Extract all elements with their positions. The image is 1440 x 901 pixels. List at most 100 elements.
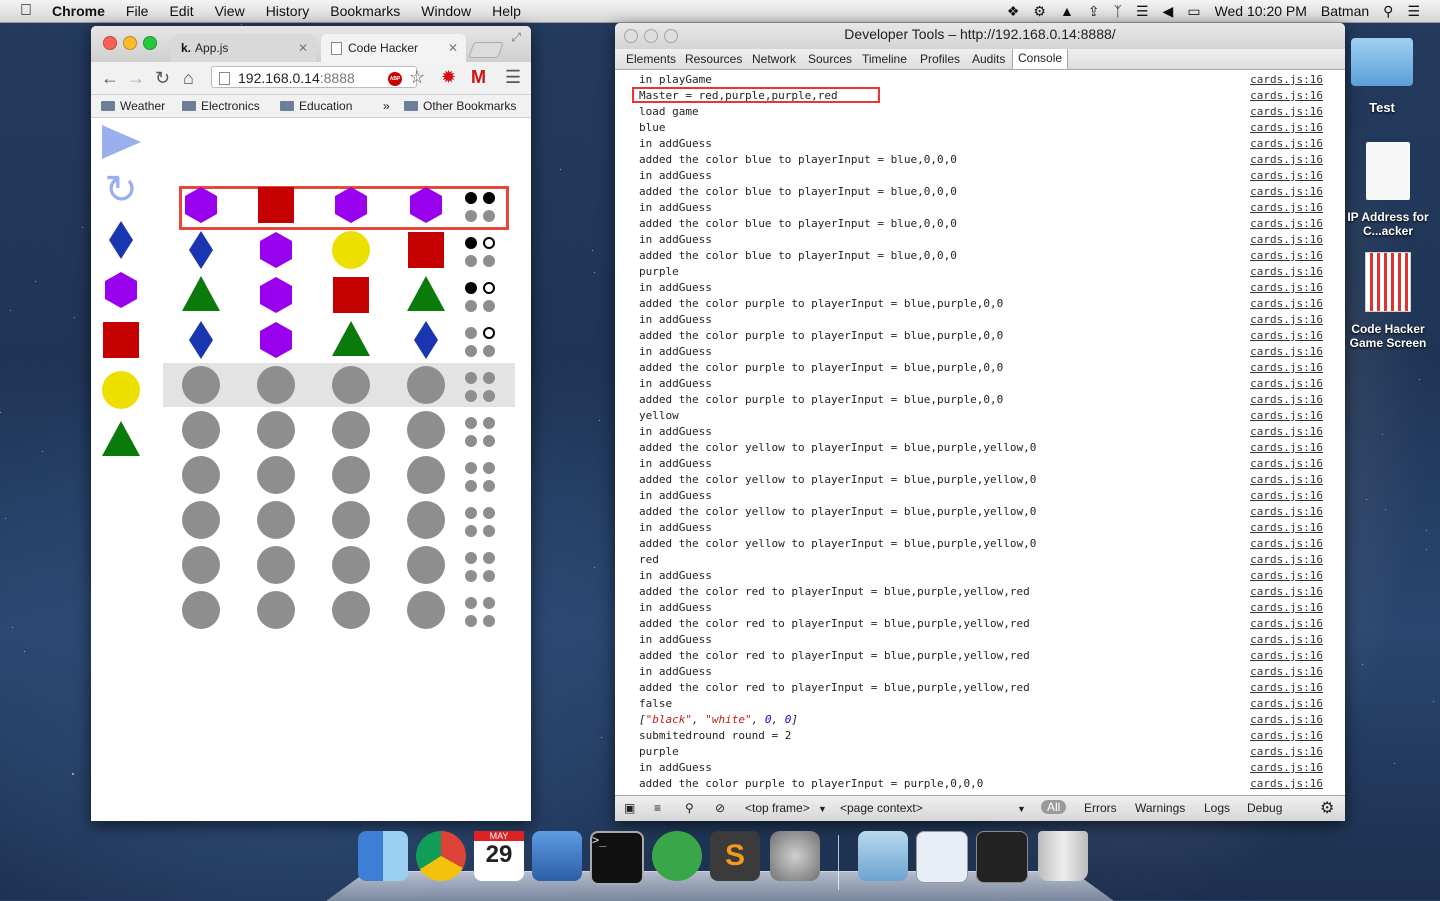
console-source-link[interactable]: cards.js:16 (1250, 216, 1323, 232)
empty-slot[interactable] (404, 588, 448, 632)
dock-trash-icon[interactable] (1038, 831, 1088, 881)
minimize-window-button[interactable] (123, 36, 137, 50)
console-source-link[interactable]: cards.js:16 (1250, 776, 1323, 792)
console-source-link[interactable]: cards.js:16 (1250, 664, 1323, 680)
tab-code-hacker[interactable]: Code Hacker ✕ (321, 34, 466, 62)
dock-terminal-icon[interactable]: >_ (590, 831, 644, 885)
menu-app-name[interactable]: Chrome (52, 3, 105, 19)
console-source-link[interactable]: cards.js:16 (1250, 248, 1323, 264)
empty-slot[interactable] (179, 543, 223, 587)
tab-resources[interactable]: Resources (685, 52, 742, 66)
console-source-link[interactable]: cards.js:16 (1250, 152, 1323, 168)
purple-hexagon[interactable] (179, 183, 223, 227)
empty-slot[interactable] (329, 453, 373, 497)
tab-timeline[interactable]: Timeline (862, 52, 907, 66)
desktop-file-ip-address[interactable]: IP Address for C...acker (1340, 142, 1436, 238)
bookmark-electronics[interactable]: Electronics (182, 99, 260, 113)
dropbox-icon[interactable]: ❖ (1007, 3, 1020, 20)
console-source-link[interactable]: cards.js:16 (1250, 456, 1323, 472)
empty-slot[interactable] (254, 408, 298, 452)
console-source-link[interactable]: cards.js:16 (1250, 568, 1323, 584)
palette-green-triangle[interactable] (99, 418, 143, 462)
tab-console[interactable]: Console (1012, 49, 1069, 69)
reload-icon[interactable]: ↻ (155, 68, 170, 89)
dock-xcode-icon[interactable] (532, 831, 582, 881)
console-source-link[interactable]: cards.js:16 (1250, 88, 1323, 104)
console-source-link[interactable]: cards.js:16 (1250, 760, 1323, 776)
console-source-link[interactable]: cards.js:16 (1250, 280, 1323, 296)
console-source-link[interactable]: cards.js:16 (1250, 488, 1323, 504)
empty-slot[interactable] (329, 408, 373, 452)
console-source-link[interactable]: cards.js:16 (1250, 696, 1323, 712)
console-source-link[interactable]: cards.js:16 (1250, 328, 1323, 344)
status-icon[interactable]: ⚙ (1033, 3, 1046, 20)
dock-folder-icon[interactable] (858, 831, 908, 881)
console-source-link[interactable]: cards.js:16 (1250, 680, 1323, 696)
empty-slot[interactable] (329, 498, 373, 542)
zoom-window-button[interactable] (143, 36, 157, 50)
console-source-link[interactable]: cards.js:16 (1250, 520, 1323, 536)
green-triangle[interactable] (179, 273, 223, 317)
console-source-link[interactable]: cards.js:16 (1250, 360, 1323, 376)
dock-toggle-icon[interactable]: ▣ (624, 801, 635, 815)
notification-center-icon[interactable]: ☰ (1407, 3, 1420, 20)
console-source-link[interactable]: cards.js:16 (1250, 136, 1323, 152)
filter-logs[interactable]: Logs (1204, 801, 1230, 815)
empty-slot[interactable] (329, 363, 373, 407)
filter-errors[interactable]: Errors (1084, 801, 1117, 815)
bookmark-education[interactable]: Education (280, 99, 352, 113)
empty-slot[interactable] (404, 408, 448, 452)
desktop-folder-test[interactable]: Test (1346, 38, 1418, 115)
purple-hexagon[interactable] (254, 318, 298, 362)
volume-icon[interactable]: ◀ (1163, 3, 1174, 20)
console-source-link[interactable]: cards.js:16 (1250, 168, 1323, 184)
gmail-icon[interactable]: M (471, 67, 486, 88)
zoom-window-button[interactable] (664, 29, 678, 43)
dock-sublime-icon[interactable]: S (710, 831, 760, 881)
dock-chrome-icon[interactable] (416, 831, 466, 881)
dock-calendar-icon[interactable]: MAY 29 (474, 831, 524, 881)
apple-menu-icon[interactable]:  (20, 2, 38, 20)
blue-diamond[interactable] (179, 228, 223, 272)
menu-window[interactable]: Window (421, 3, 471, 19)
bookmark-weather[interactable]: Weather (101, 99, 165, 113)
extension-icon[interactable]: ✹ (441, 67, 456, 88)
blue-diamond[interactable] (179, 318, 223, 362)
green-triangle[interactable] (404, 273, 448, 317)
tab-network[interactable]: Network (752, 52, 796, 66)
console-source-link[interactable]: cards.js:16 (1250, 648, 1323, 664)
chrome-menu-icon[interactable]: ☰ (505, 67, 521, 88)
empty-slot[interactable] (254, 588, 298, 632)
bookmark-star-icon[interactable]: ☆ (409, 67, 425, 88)
close-tab-icon[interactable]: ✕ (298, 41, 308, 55)
console-source-link[interactable]: cards.js:16 (1250, 72, 1323, 88)
play-icon[interactable] (99, 120, 143, 164)
red-square[interactable] (404, 228, 448, 272)
console-source-link[interactable]: cards.js:16 (1250, 264, 1323, 280)
console-source-link[interactable]: cards.js:16 (1250, 104, 1323, 120)
console-source-link[interactable]: cards.js:16 (1250, 632, 1323, 648)
console-source-link[interactable]: cards.js:16 (1250, 440, 1323, 456)
empty-slot[interactable] (404, 363, 448, 407)
green-triangle[interactable] (329, 318, 373, 362)
drive-icon[interactable]: ▲ (1060, 3, 1074, 19)
console-source-link[interactable]: cards.js:16 (1250, 120, 1323, 136)
console-source-link[interactable]: cards.js:16 (1250, 552, 1323, 568)
empty-slot[interactable] (329, 543, 373, 587)
empty-slot[interactable] (404, 453, 448, 497)
minimize-window-button[interactable] (644, 29, 658, 43)
close-tab-icon[interactable]: ✕ (448, 41, 458, 55)
battery-icon[interactable]: ▭ (1187, 3, 1200, 20)
console-source-link[interactable]: cards.js:16 (1250, 600, 1323, 616)
purple-hexagon[interactable] (404, 183, 448, 227)
console-source-link[interactable]: cards.js:16 (1250, 504, 1323, 520)
console-source-link[interactable]: cards.js:16 (1250, 744, 1323, 760)
console-source-link[interactable]: cards.js:16 (1250, 296, 1323, 312)
bookmark-other[interactable]: Other Bookmarks (404, 99, 516, 113)
console-source-link[interactable]: cards.js:16 (1250, 232, 1323, 248)
console-source-link[interactable]: cards.js:16 (1250, 344, 1323, 360)
empty-slot[interactable] (254, 543, 298, 587)
purple-hexagon[interactable] (254, 273, 298, 317)
frame-select[interactable]: <top frame> (745, 801, 810, 815)
console-source-link[interactable]: cards.js:16 (1250, 408, 1323, 424)
